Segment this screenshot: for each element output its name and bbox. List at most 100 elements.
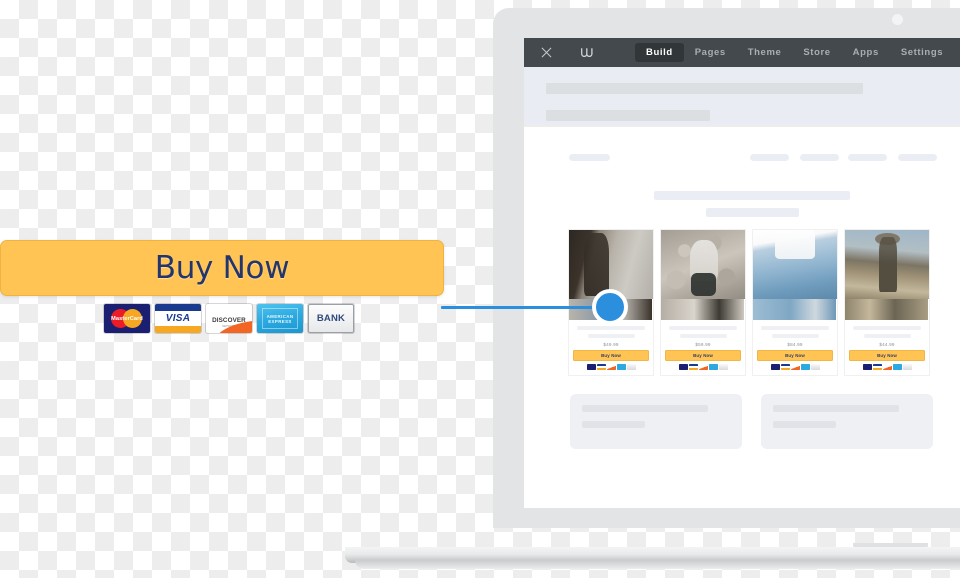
- bank-icon: [626, 364, 636, 371]
- tab-store[interactable]: Store: [792, 43, 841, 62]
- header-placeholder-bar: [546, 110, 710, 121]
- site-nav-placeholder: [524, 154, 960, 162]
- visa-icon: [688, 364, 698, 371]
- site-logo-placeholder: [569, 154, 610, 161]
- amex-icon: AMERICAN EXPRESS: [257, 304, 303, 333]
- callout-connector-dot: [592, 289, 628, 325]
- site-nav-item-placeholder: [750, 154, 789, 161]
- content-placeholder-cards: [570, 394, 933, 449]
- callout-payment-methods: MasterCard VISA DISCOVER NETWORK AMERICA…: [104, 304, 354, 333]
- site-preview-body: $49.99 Buy Now $59.99 Buy Now $84.99 Buy…: [524, 126, 960, 508]
- product-buy-now-button[interactable]: Buy Now: [849, 350, 925, 362]
- product-subtitle-placeholder: [771, 334, 819, 338]
- product-card[interactable]: $84.99 Buy Now: [752, 229, 838, 377]
- placeholder-line: [582, 405, 708, 412]
- content-placeholder-card: [761, 394, 933, 449]
- visa-bottom-band: [155, 326, 201, 333]
- product-price: $44.99: [879, 342, 895, 347]
- product-buy-now-button[interactable]: Buy Now: [757, 350, 833, 362]
- mastercard-label: MasterCard: [111, 315, 143, 322]
- product-subtitle-placeholder: [587, 334, 635, 338]
- discover-icon: [790, 364, 800, 371]
- discover-icon: [882, 364, 892, 371]
- editor-nav-tabs: Build Pages Theme Store Apps Settings: [635, 38, 954, 67]
- editor-toolbar: Build Pages Theme Store Apps Settings: [524, 38, 960, 67]
- placeholder-line: [582, 421, 645, 428]
- amex-icon: [892, 364, 902, 371]
- placeholder-line: [773, 405, 899, 412]
- product-card-body: $44.99 Buy Now: [845, 320, 929, 375]
- amex-icon: [708, 364, 718, 371]
- mastercard-icon: [862, 364, 872, 371]
- visa-top-band: [155, 304, 201, 311]
- product-card-body: $59.99 Buy Now: [661, 320, 745, 375]
- close-icon[interactable]: [532, 38, 560, 67]
- product-card-body: $84.99 Buy Now: [753, 320, 837, 375]
- visa-icon: [596, 364, 606, 371]
- weebly-logo-icon[interactable]: [574, 38, 602, 67]
- amex-icon: [800, 364, 810, 371]
- bank-icon: [902, 364, 912, 371]
- tab-theme[interactable]: Theme: [737, 43, 793, 62]
- product-payment-icons: [573, 364, 649, 371]
- visa-icon: [872, 364, 882, 371]
- mastercard-icon: [586, 364, 596, 371]
- product-image-figure-lower: [691, 272, 717, 297]
- product-image[interactable]: [845, 230, 929, 299]
- product-card-body: $49.99 Buy Now: [569, 320, 653, 375]
- tab-settings[interactable]: Settings: [890, 43, 954, 62]
- visa-icon: VISA: [155, 304, 201, 333]
- mastercard-icon: [678, 364, 688, 371]
- content-placeholder-card: [570, 394, 742, 449]
- product-buy-now-button[interactable]: Buy Now: [573, 350, 649, 362]
- product-image[interactable]: [753, 230, 837, 299]
- product-title-placeholder: [853, 326, 921, 330]
- amex-icon: [616, 364, 626, 371]
- discover-icon: [698, 364, 708, 371]
- product-subtitle-placeholder: [863, 334, 911, 338]
- product-thumbnail[interactable]: [661, 299, 745, 320]
- screenshot-stage: Build Pages Theme Store Apps Settings $4…: [0, 0, 960, 578]
- site-subheading-placeholder: [706, 208, 799, 217]
- placeholder-line: [773, 421, 836, 428]
- site-nav-item-placeholder: [800, 154, 839, 161]
- bank-icon: [718, 364, 728, 371]
- tab-apps[interactable]: Apps: [842, 43, 890, 62]
- callout-buy-now-label: Buy Now: [154, 250, 290, 286]
- site-nav-item-placeholder: [848, 154, 887, 161]
- bank-label: BANK: [316, 313, 346, 324]
- product-title-placeholder: [669, 326, 737, 330]
- product-image-figure: [878, 236, 898, 293]
- callout-buy-now-button[interactable]: Buy Now: [0, 240, 444, 296]
- product-price: $84.99: [787, 342, 803, 347]
- tab-build[interactable]: Build: [635, 43, 684, 62]
- product-card[interactable]: $59.99 Buy Now: [660, 229, 746, 377]
- product-subtitle-placeholder: [679, 334, 727, 338]
- product-card[interactable]: $44.99 Buy Now: [844, 229, 930, 377]
- product-thumbnail[interactable]: [753, 299, 837, 320]
- product-title-placeholder: [761, 326, 829, 330]
- product-thumbnail-strip: [845, 299, 929, 320]
- tab-pages[interactable]: Pages: [684, 43, 737, 62]
- product-price: $49.99: [603, 342, 619, 347]
- product-thumbnail[interactable]: [845, 299, 929, 320]
- product-image[interactable]: [661, 230, 745, 299]
- visa-icon: [780, 364, 790, 371]
- product-price: $59.99: [695, 342, 711, 347]
- site-heading-placeholder: [654, 191, 850, 200]
- editor-header-band: [524, 67, 960, 126]
- bank-icon: [810, 364, 820, 371]
- product-title-placeholder: [577, 326, 645, 330]
- laptop-base-lip: [355, 560, 960, 569]
- visa-label: VISA: [165, 313, 191, 324]
- discover-icon: [606, 364, 616, 371]
- product-buy-now-button[interactable]: Buy Now: [665, 350, 741, 362]
- discover-icon: DISCOVER NETWORK: [206, 304, 252, 333]
- bank-icon: BANK: [308, 304, 354, 333]
- callout-connector-line: [441, 306, 613, 309]
- product-payment-icons: [665, 364, 741, 371]
- mastercard-icon: MasterCard: [104, 304, 150, 333]
- product-image-figure: [774, 230, 816, 259]
- site-nav-item-placeholder: [898, 154, 937, 161]
- product-image-figure: [584, 232, 610, 297]
